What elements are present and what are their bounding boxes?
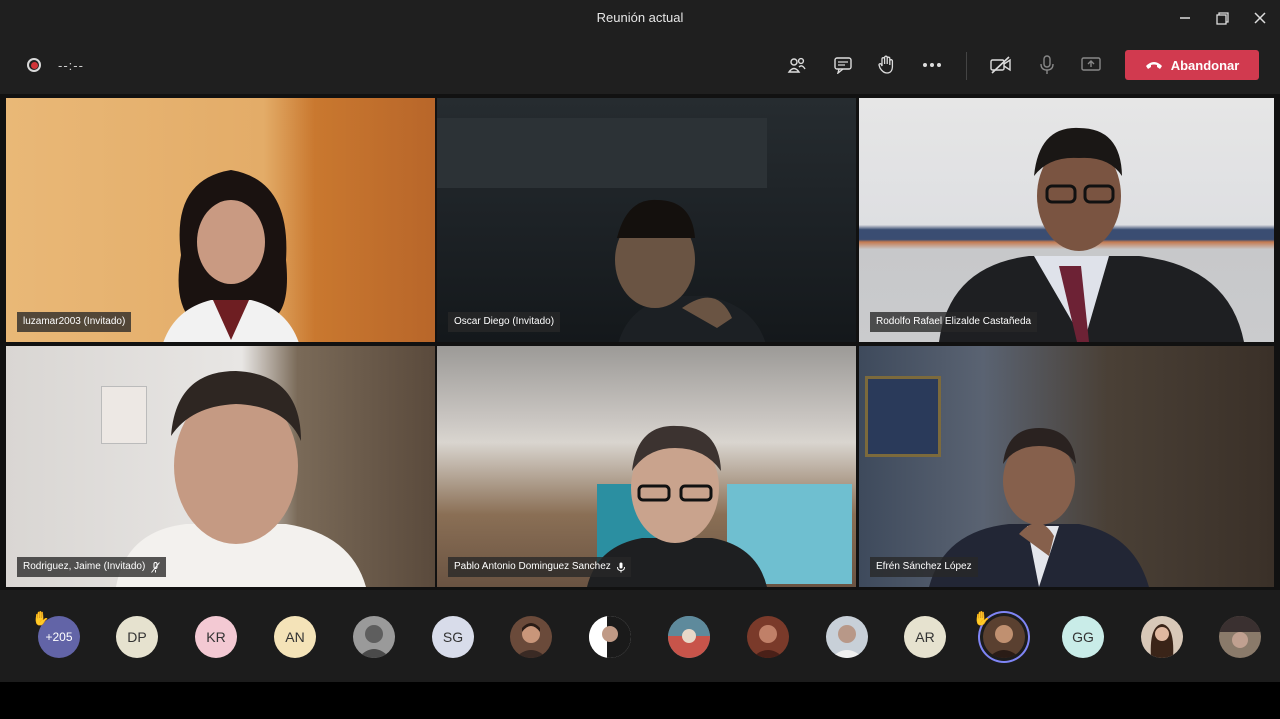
participant-name-tag: Rodriguez, Jaime (Invitado) (17, 557, 167, 577)
participants-icon[interactable] (785, 54, 809, 76)
participant-name-tag: luzamar2003 (Invitado) (17, 312, 132, 332)
microphone-icon[interactable] (1035, 54, 1059, 76)
leave-button[interactable]: Abandonar (1125, 50, 1259, 80)
participant-name-tag: Efrén Sánchez López (870, 557, 978, 577)
participant-avatar[interactable]: SG (432, 616, 474, 658)
chat-icon[interactable] (831, 54, 855, 76)
avatar-initials: SG (442, 629, 464, 645)
participant-avatar-photo[interactable] (668, 616, 710, 658)
more-options-icon[interactable] (920, 54, 944, 76)
video-grid: luzamar2003 (Invitado) Oscar Diego (Invi… (0, 94, 1280, 590)
participant-video (151, 160, 311, 342)
participant-name-tag: Pablo Antonio Dominguez Sanchez (448, 557, 631, 577)
mic-off-icon (151, 561, 161, 573)
participant-avatar[interactable]: AN (274, 616, 316, 658)
participant-avatar-photo[interactable] (1219, 616, 1261, 658)
avatar-initials: AR (915, 629, 935, 645)
participant-name-tag: Oscar Diego (Invitado) (448, 312, 561, 332)
participant-avatar-photo[interactable] (1141, 616, 1183, 658)
video-tile[interactable]: Rodolfo Rafael Elizalde Castañeda (859, 98, 1274, 342)
participant-name: Efrén Sánchez López (876, 561, 972, 572)
participant-avatar-photo[interactable] (747, 616, 789, 658)
participant-avatar[interactable]: DP (116, 616, 158, 658)
meeting-toolbar: --:-- Abandonar (0, 36, 1280, 94)
video-tile[interactable]: Oscar Diego (Invitado) (437, 98, 856, 342)
background-shelf (437, 118, 767, 188)
minimize-icon[interactable] (1174, 8, 1196, 28)
raised-hand-icon: ✋ (973, 610, 991, 626)
participant-avatar-photo[interactable] (510, 616, 552, 658)
bottom-bar (0, 682, 1280, 719)
participant-video (597, 188, 777, 342)
recording-indicator-icon (27, 58, 41, 72)
participant-avatar-photo[interactable] (589, 616, 631, 658)
camera-off-icon[interactable] (989, 54, 1013, 76)
video-tile[interactable]: Pablo Antonio Dominguez Sanchez (437, 346, 856, 587)
leave-label: Abandonar (1170, 57, 1240, 73)
participant-avatar[interactable]: KR (195, 616, 237, 658)
participant-avatar-photo[interactable] (826, 616, 868, 658)
toolbar-divider (966, 52, 967, 80)
share-screen-icon[interactable] (1079, 54, 1103, 76)
window-title: Reunión actual (596, 10, 684, 25)
participant-name: Oscar Diego (Invitado) (454, 316, 555, 327)
participant-roster: +205 ✋ DP KR AN SG AR ✋ GG (0, 590, 1280, 682)
participant-name-tag: Rodolfo Rafael Elizalde Castañeda (870, 312, 1038, 332)
restore-icon[interactable] (1211, 8, 1233, 28)
participant-name: Pablo Antonio Dominguez Sanchez (454, 561, 611, 572)
title-bar: Reunión actual (0, 0, 1280, 36)
video-tile[interactable]: Efrén Sánchez López (859, 346, 1274, 587)
hang-up-icon (1145, 62, 1162, 69)
participant-avatar-photo[interactable] (353, 616, 395, 658)
participant-name: Rodolfo Rafael Elizalde Castañeda (876, 316, 1032, 327)
participant-name: luzamar2003 (Invitado) (23, 316, 126, 327)
close-icon[interactable] (1249, 8, 1271, 28)
participant-name: Rodriguez, Jaime (Invitado) (23, 561, 146, 572)
microphone-icon (616, 562, 625, 572)
raised-hand-icon: ✋ (32, 610, 50, 626)
avatar-initials: GG (1072, 629, 1094, 645)
participant-avatar[interactable]: AR (904, 616, 946, 658)
participant-video (116, 356, 376, 587)
participant-video (939, 116, 1269, 342)
avatar-initials: AN (285, 629, 305, 645)
raise-hand-icon[interactable] (874, 54, 898, 76)
avatar-initials: KR (206, 629, 226, 645)
meeting-timer: --:-- (58, 58, 84, 73)
video-tile[interactable]: luzamar2003 (Invitado) (6, 98, 435, 342)
overflow-count: +205 (45, 630, 73, 644)
avatar-initials: DP (127, 629, 147, 645)
video-tile[interactable]: Rodriguez, Jaime (Invitado) (6, 346, 435, 587)
participant-avatar[interactable]: GG (1062, 616, 1104, 658)
